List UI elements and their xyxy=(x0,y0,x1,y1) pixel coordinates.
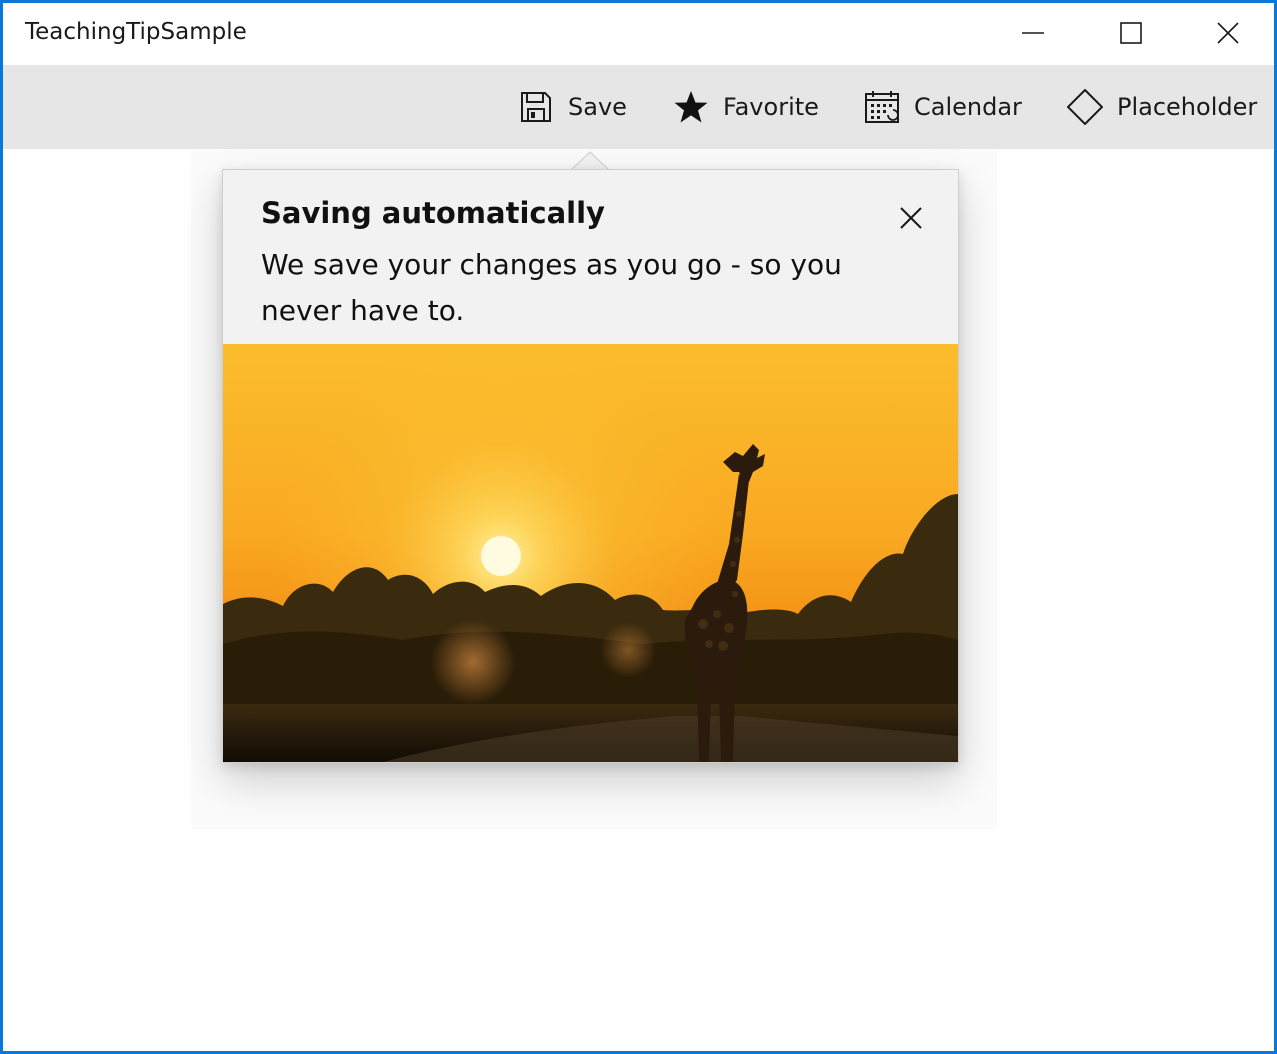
title-bar: TeachingTipSample xyxy=(3,3,1274,65)
close-window-button[interactable] xyxy=(1180,3,1274,63)
favorite-button[interactable]: Favorite xyxy=(673,65,819,149)
teaching-tip-subtitle: We save your changes as you go - so you … xyxy=(261,248,842,327)
minimize-button[interactable] xyxy=(985,3,1081,63)
close-icon xyxy=(1217,22,1239,44)
placeholder-diamond-icon xyxy=(1067,89,1103,125)
giraffe-sunset-image xyxy=(223,344,958,762)
teaching-tip-close-button[interactable] xyxy=(891,198,931,238)
app-window: TeachingTipSample Save Favorite Calendar… xyxy=(0,0,1277,1054)
save-button[interactable]: Save xyxy=(518,65,627,149)
close-icon xyxy=(900,207,922,229)
save-label: Save xyxy=(568,93,627,121)
placeholder-label: Placeholder xyxy=(1117,93,1258,121)
maximize-button[interactable] xyxy=(1083,3,1179,63)
favorite-label: Favorite xyxy=(723,93,819,121)
teaching-tip-beak xyxy=(570,151,610,171)
placeholder-button[interactable]: Placeholder xyxy=(1067,65,1257,149)
maximize-icon xyxy=(1120,22,1142,44)
save-icon xyxy=(518,89,554,125)
teaching-tip-title: Saving automatically xyxy=(261,196,605,230)
calendar-icon xyxy=(864,89,900,125)
command-bar: Save Favorite Calendar Placeholder xyxy=(3,65,1274,149)
calendar-button[interactable]: Calendar xyxy=(864,65,1022,149)
star-icon xyxy=(673,89,709,125)
teaching-tip: Saving automatically We save your change… xyxy=(222,169,959,763)
minimize-icon xyxy=(1022,32,1044,34)
window-title: TeachingTipSample xyxy=(25,19,247,45)
calendar-label: Calendar xyxy=(914,93,1022,121)
